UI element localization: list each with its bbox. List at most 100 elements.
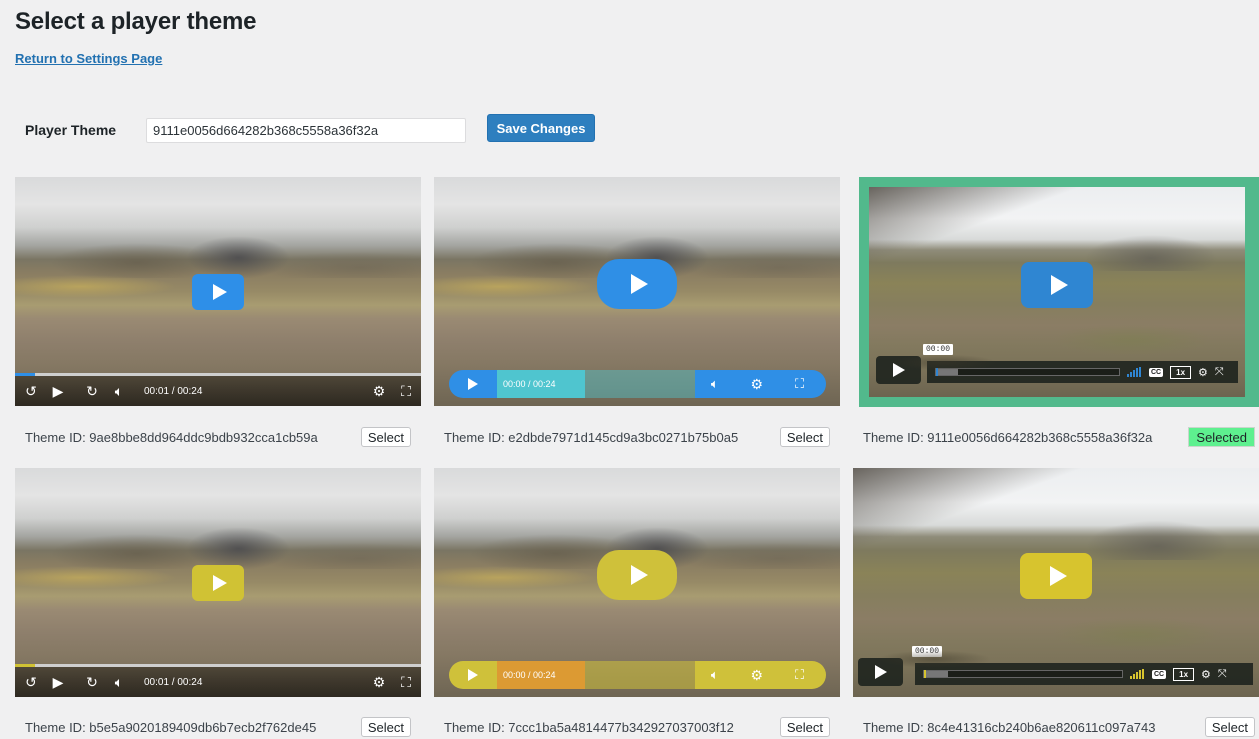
theme-card: ↺ ▶ ↻ 🔈︎ 00:01 / 00:24 ⚙ ⛶ Theme ID: 9ae… (15, 177, 421, 447)
video-preview[interactable]: 00:00 / 00:24 🔈︎ ⚙ ⛶ (434, 177, 840, 406)
control-bar: 00:00 / 00:24 🔈︎ ⚙ ⛶ (449, 370, 826, 398)
player-theme-input[interactable] (146, 118, 466, 143)
fullscreen-icon[interactable]: ⛶ (795, 667, 804, 683)
fullscreen-icon[interactable]: ⛶ (395, 383, 417, 400)
volume-bars-icon[interactable] (1127, 367, 1141, 377)
theme-meta: Theme ID: e2dbde7971d145cd9a3bc0271b75b0… (434, 425, 840, 449)
play-icon[interactable]: ▶ (47, 674, 69, 691)
big-play-button[interactable] (1020, 552, 1092, 599)
time-display: 00:01 / 00:24 (144, 676, 203, 688)
play-icon (213, 574, 227, 591)
theme-id: Theme ID: 8c4e41316cb240b6ae820611c097a7… (863, 719, 1156, 735)
select-theme-button[interactable]: Select (360, 717, 411, 737)
theme-meta: Theme ID: 9111e0056d664282b368c5558a36f3… (859, 425, 1259, 449)
video-preview[interactable]: ↺ ▶ ↻ 🔈︎ 00:01 / 00:24 ⚙ ⛶ (15, 177, 421, 406)
progress-bar[interactable] (923, 670, 1123, 678)
fullscreen-icon[interactable]: ⛶ (795, 376, 804, 392)
time-display: 00:01 / 00:24 (144, 385, 203, 397)
theme-meta: Theme ID: b5e5a9020189409db6b7ecb2f762de… (15, 715, 421, 739)
play-button[interactable] (876, 356, 921, 384)
gear-icon[interactable]: ⚙ (368, 674, 390, 691)
progress-bar[interactable] (935, 368, 1120, 376)
theme-card: 00:00 CC 1x ⚙ ⤧ Theme ID: 8c4e41316cb240… (853, 468, 1259, 737)
video-preview[interactable]: ↺ ▶ ↻ 🔈︎ 00:01 / 00:24 ⚙ ⛶ (15, 468, 421, 697)
play-button[interactable] (449, 661, 497, 689)
select-theme-button[interactable]: Select (779, 427, 830, 447)
page-title: Select a player theme (15, 8, 257, 35)
play-button[interactable] (858, 658, 903, 686)
video-preview[interactable]: 00:00 / 00:24 🔈︎ ⚙ ⛶ (434, 468, 840, 697)
play-icon (468, 669, 478, 681)
control-bar: 00:00 CC 1x ⚙ ⤧ (858, 646, 1253, 688)
gear-icon[interactable]: ⚙ (751, 376, 764, 393)
theme-meta: Theme ID: 8c4e41316cb240b6ae820611c097a7… (853, 715, 1259, 739)
big-play-button[interactable] (192, 273, 244, 310)
return-to-settings-link[interactable]: Return to Settings Page (15, 51, 162, 66)
big-play-button[interactable] (597, 549, 677, 600)
rewind-icon[interactable]: ↺ (20, 383, 42, 400)
time-tooltip: 00:00 (912, 646, 943, 657)
progress-bar[interactable] (585, 661, 695, 689)
time-tooltip: 00:00 (923, 344, 954, 355)
volume-icon[interactable]: 🔈︎ (711, 376, 719, 392)
play-icon (1050, 275, 1068, 295)
video-preview[interactable]: 00:00 CC 1x ⚙ ⤧ (869, 187, 1245, 397)
selected-badge: Selected (1188, 427, 1255, 447)
time-display: 00:00 / 00:24 (497, 370, 585, 398)
play-icon (468, 378, 478, 390)
forward-icon[interactable]: ↻ (81, 674, 103, 691)
video-preview[interactable]: 00:00 CC 1x ⚙ ⤧ (853, 468, 1259, 697)
time-display: 00:00 / 00:24 (497, 661, 585, 689)
playback-rate-button[interactable]: 1x (1173, 667, 1195, 681)
control-bar: ↺ ▶ ↻ 🔈︎ 00:01 / 00:24 ⚙ ⛶ (15, 664, 421, 697)
progress-bar[interactable] (15, 373, 421, 376)
progress-bar[interactable] (585, 370, 695, 398)
fullscreen-icon[interactable]: ⤧ (1218, 668, 1227, 681)
play-icon (892, 363, 905, 377)
theme-card: ↺ ▶ ↻ 🔈︎ 00:01 / 00:24 ⚙ ⛶ Theme ID: b5e… (15, 468, 421, 737)
play-button[interactable] (449, 370, 497, 398)
gear-icon[interactable]: ⚙ (368, 383, 390, 400)
select-theme-button[interactable]: Select (360, 427, 411, 447)
theme-card: 00:00 / 00:24 🔈︎ ⚙ ⛶ Theme ID: e2dbde797… (434, 177, 840, 447)
volume-icon[interactable]: 🔈︎ (711, 667, 719, 683)
theme-id: Theme ID: b5e5a9020189409db6b7ecb2f762de… (25, 719, 317, 735)
volume-icon[interactable]: 🔈︎ (108, 674, 130, 691)
playback-rate-button[interactable]: 1x (1170, 365, 1192, 379)
control-bar: 00:00 / 00:24 🔈︎ ⚙ ⛶ (449, 661, 826, 689)
play-icon (213, 283, 227, 300)
gear-icon[interactable]: ⚙ (751, 667, 764, 684)
volume-icon[interactable]: 🔈︎ (108, 383, 130, 400)
progress-bar[interactable] (15, 664, 421, 667)
control-bar: 00:00 CC 1x ⚙ ⤧ (876, 344, 1238, 386)
theme-meta: Theme ID: 7ccc1ba5a4814477b342927037003f… (434, 715, 840, 739)
play-icon (630, 564, 648, 585)
theme-id: Theme ID: 9ae8bbe8dd964ddc9bdb932cca1cb5… (25, 429, 318, 445)
play-icon (630, 273, 648, 294)
gear-icon[interactable]: ⚙ (1201, 668, 1211, 681)
theme-id: Theme ID: 7ccc1ba5a4814477b342927037003f… (444, 719, 734, 735)
player-theme-label: Player Theme (25, 122, 117, 138)
cc-icon[interactable]: CC (1149, 367, 1164, 377)
cc-icon[interactable]: CC (1152, 669, 1167, 679)
volume-bars-icon[interactable] (1130, 669, 1144, 679)
save-changes-button[interactable]: Save Changes (487, 114, 595, 142)
fullscreen-icon[interactable]: ⛶ (395, 674, 417, 691)
rewind-icon[interactable]: ↺ (20, 674, 42, 691)
theme-meta: Theme ID: 9ae8bbe8dd964ddc9bdb932cca1cb5… (15, 425, 421, 449)
big-play-button[interactable] (192, 564, 244, 601)
play-icon[interactable]: ▶ (47, 383, 69, 400)
big-play-button[interactable] (597, 258, 677, 309)
theme-id: Theme ID: 9111e0056d664282b368c5558a36f3… (863, 429, 1153, 445)
big-play-button[interactable] (1021, 262, 1093, 308)
play-icon (1049, 565, 1067, 586)
gear-icon[interactable]: ⚙ (1198, 366, 1208, 379)
select-theme-button[interactable]: Select (1204, 717, 1255, 737)
forward-icon[interactable]: ↻ (81, 383, 103, 400)
theme-id: Theme ID: e2dbde7971d145cd9a3bc0271b75b0… (444, 429, 739, 445)
control-bar: ↺ ▶ ↻ 🔈︎ 00:01 / 00:24 ⚙ ⛶ (15, 373, 421, 406)
play-icon (874, 665, 887, 679)
select-theme-button[interactable]: Select (779, 717, 830, 737)
fullscreen-icon[interactable]: ⤧ (1215, 366, 1224, 379)
theme-card: 00:00 / 00:24 🔈︎ ⚙ ⛶ Theme ID: 7ccc1ba5a… (434, 468, 840, 737)
